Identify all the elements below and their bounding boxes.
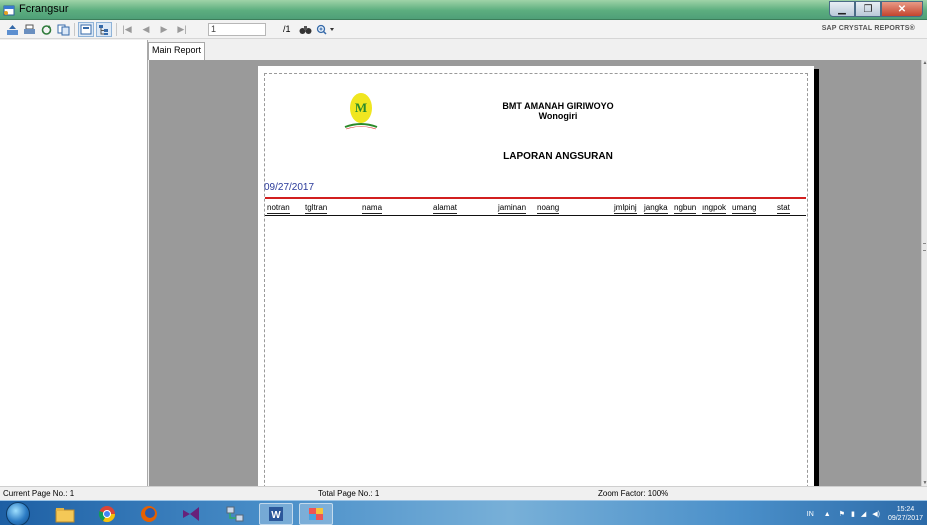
first-page-button[interactable]: |◀	[119, 22, 135, 37]
column-header: nama	[362, 203, 383, 214]
visual-studio-icon[interactable]	[174, 503, 208, 525]
next-page-button[interactable]: ▶	[156, 22, 172, 37]
zoom-icon	[316, 24, 334, 35]
export-button[interactable]	[4, 22, 20, 37]
toggle-parameter-panel-button[interactable]	[78, 22, 94, 37]
app-icon[interactable]	[299, 503, 333, 525]
language-indicator[interactable]: IN	[807, 511, 814, 518]
refresh-button[interactable]	[38, 22, 54, 37]
copy-icon	[57, 24, 69, 35]
page-total: /1	[283, 24, 291, 34]
next-page-icon: ▶	[160, 24, 168, 34]
maximize-icon: ❐	[863, 3, 873, 15]
title-bar: Fcrangsur ▁ ❐ ✕	[0, 0, 927, 20]
toolbar-separator	[116, 23, 117, 36]
binoculars-icon	[299, 26, 311, 34]
zoom-status: Zoom Factor: 100%	[598, 489, 669, 498]
column-header: jmlpinj	[614, 203, 637, 214]
word-icon[interactable]: W	[259, 503, 293, 525]
taskbar: W IN ▲ ⚑ ▮ ◢ ◀) 15:24 09/27/2017	[0, 500, 927, 525]
print-icon	[23, 24, 35, 34]
column-header: tgltran	[305, 203, 328, 214]
flag-icon[interactable]: ⚑	[839, 510, 845, 518]
column-header: ıngpok	[702, 203, 727, 214]
column-header: notran	[267, 203, 290, 214]
column-header: ngbun	[674, 203, 697, 214]
print-button[interactable]	[21, 22, 37, 37]
current-page-status: Current Page No.: 1	[3, 489, 75, 498]
svg-text:M: M	[355, 100, 367, 115]
status-bar: Current Page No.: 1 Total Page No.: 1 Zo…	[0, 486, 927, 500]
svg-text:W: W	[271, 510, 281, 521]
toolbar-separator	[74, 23, 75, 36]
report-viewport[interactable]: M BMT AMANAH GIRIWOYO Wonogiri LAPORAN A…	[149, 60, 921, 486]
chrome-icon[interactable]	[90, 503, 124, 525]
close-button[interactable]: ✕	[881, 1, 923, 17]
company-name: BMT AMANAH GIRIWOYO	[502, 101, 614, 111]
clock-date: 09/27/2017	[887, 515, 923, 522]
clock-time: 15:24	[896, 506, 915, 513]
last-page-icon: ▶|	[177, 24, 187, 34]
tray-expand-icon[interactable]: ▲	[824, 511, 831, 518]
report-tab-strip: Main Report	[148, 40, 927, 60]
report-toolbar: |◀ ◀ ▶ ▶| 1 /1 SAP CRYSTAL REPORTS®	[0, 20, 927, 39]
export-icon	[6, 24, 18, 35]
system-tray: IN ▲ ⚑ ▮ ◢ ◀) 15:24 09/27/2017	[807, 503, 923, 525]
report-page: M BMT AMANAH GIRIWOYO Wonogiri LAPORAN A…	[258, 66, 814, 486]
column-header: alamat	[433, 203, 458, 214]
copy-button[interactable]	[55, 22, 71, 37]
clock[interactable]: 15:24 09/27/2017	[888, 505, 923, 523]
column-header: stat	[777, 203, 790, 214]
column-header: jaminan	[498, 203, 527, 214]
company-logo-icon: M	[344, 93, 378, 130]
vertical-scrollbar[interactable]: ▲ ▼	[921, 60, 927, 486]
tab-main-report[interactable]: Main Report	[148, 42, 206, 60]
scroll-grip[interactable]	[923, 243, 926, 251]
first-page-icon: |◀	[122, 24, 132, 34]
window-title: Fcrangsur	[19, 3, 69, 15]
find-button[interactable]	[297, 22, 313, 37]
zoom-button[interactable]	[314, 22, 338, 37]
file-explorer-icon[interactable]	[48, 503, 82, 525]
volume-icon[interactable]: ◀)	[872, 510, 880, 518]
firefox-icon[interactable]	[132, 503, 166, 525]
column-header: jangka	[644, 203, 668, 214]
battery-icon[interactable]: ▮	[851, 510, 855, 518]
group-tree-panel[interactable]	[0, 40, 148, 486]
windows-start-icon[interactable]	[6, 502, 30, 525]
column-divider	[265, 215, 806, 216]
previous-page-button[interactable]: ◀	[138, 22, 154, 37]
scroll-up-icon[interactable]: ▲	[922, 60, 927, 66]
column-header: umang	[732, 203, 757, 214]
close-icon: ✕	[897, 3, 907, 15]
maximize-button[interactable]: ❐	[855, 1, 881, 17]
form-icon	[3, 5, 15, 16]
brand-label: SAP CRYSTAL REPORTS®	[821, 25, 915, 32]
report-date: 09/27/2017	[264, 182, 315, 193]
report-title: LAPORAN ANGSURAN	[503, 151, 613, 162]
header-divider	[265, 197, 806, 199]
toggle-group-tree-icon	[99, 24, 108, 35]
report-frame	[264, 73, 808, 486]
network-icon[interactable]	[218, 503, 252, 525]
window-controls: ▁ ❐ ✕	[829, 1, 923, 17]
total-page-status: Total Page No.: 1	[318, 489, 380, 498]
previous-page-icon: ◀	[142, 24, 150, 34]
refresh-icon	[41, 24, 51, 35]
column-header: noang	[537, 203, 560, 214]
page-number-input[interactable]: 1	[208, 23, 266, 36]
network-status-icon[interactable]: ◢	[861, 510, 866, 518]
minimize-button[interactable]: ▁	[829, 1, 855, 17]
minimize-icon: ▁	[838, 3, 846, 15]
toggle-group-tree-button[interactable]	[96, 22, 112, 37]
toggle-parameter-panel-icon	[80, 24, 92, 35]
last-page-button[interactable]: ▶|	[174, 22, 190, 37]
company-city: Wonogiri	[538, 111, 578, 121]
